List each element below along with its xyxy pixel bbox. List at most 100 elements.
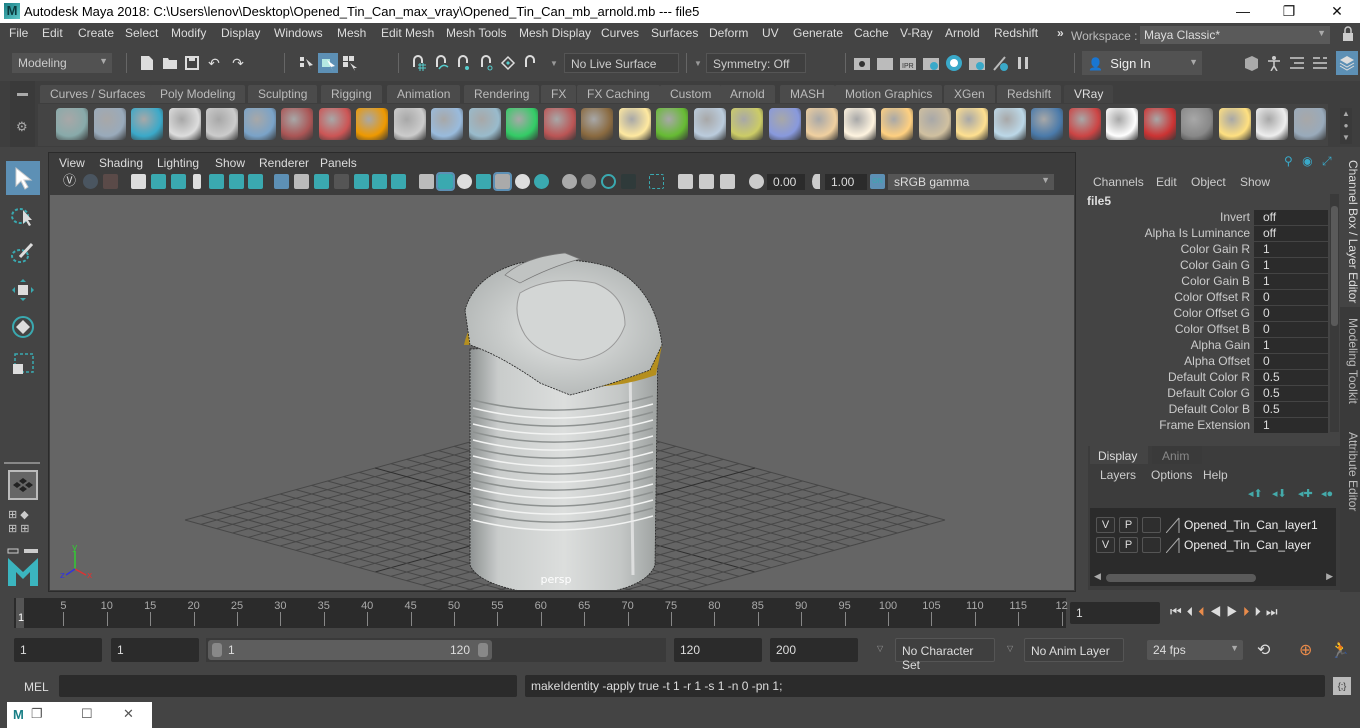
menu-uv[interactable]: UV	[762, 26, 779, 40]
menu-set-dropdown[interactable]: Modeling ▼	[12, 53, 112, 73]
loop-icon[interactable]: ⟲	[1257, 640, 1270, 660]
attribute-label[interactable]: Alpha Gain	[1191, 338, 1250, 352]
end-time-field[interactable]: 200	[770, 638, 858, 662]
anim-start-field[interactable]: 1	[111, 638, 199, 662]
character-set-field[interactable]: No Character Set	[895, 638, 995, 672]
attribute-label[interactable]: Invert	[1220, 210, 1250, 224]
vray-settings-icon[interactable]	[206, 108, 238, 140]
vray-sphere-light-icon[interactable]	[618, 108, 651, 140]
shelf-tab-mash[interactable]: MASH	[780, 85, 835, 103]
default-material-icon[interactable]	[457, 174, 472, 189]
menu-overflow-icon[interactable]: »	[1057, 26, 1064, 40]
attribute-label[interactable]: Default Color G	[1167, 386, 1250, 400]
layer-row[interactable]: V P Opened_Tin_Can_layer1	[1090, 516, 1336, 534]
color-management-toggle-icon[interactable]: ON	[870, 174, 885, 189]
vray-grass-icon[interactable]	[656, 108, 688, 140]
layer-tab-display[interactable]: Display	[1090, 446, 1148, 464]
3d-viewport[interactable]: persp y x z	[50, 195, 1074, 590]
rotate-tool-icon[interactable]	[6, 310, 40, 344]
open-scene-icon[interactable]	[160, 53, 180, 73]
field-chart-icon[interactable]	[354, 174, 369, 189]
hypershade-icon[interactable]	[944, 53, 964, 73]
menu-windows[interactable]: Windows	[274, 26, 323, 40]
shelf-tab-fx[interactable]: FX	[541, 85, 577, 103]
vray-volume-grid-icon[interactable]	[506, 108, 538, 140]
shelf-tab-vray[interactable]: VRay	[1064, 85, 1114, 103]
shelf-tab-fx-caching[interactable]: FX Caching	[577, 85, 660, 103]
layer-name[interactable]: Opened_Tin_Can_layer1	[1184, 518, 1318, 532]
move-tool-icon[interactable]	[6, 273, 40, 307]
vray-scatter-icon[interactable]	[693, 108, 726, 140]
live-surface-field[interactable]: No Live Surface	[564, 53, 679, 73]
scene-canvas[interactable]: persp y x z	[50, 195, 1074, 590]
attribute-value-field[interactable]: off	[1254, 210, 1328, 225]
shelf-tab-motion-graphics[interactable]: Motion Graphics	[835, 85, 943, 103]
depth-of-field-icon[interactable]	[621, 174, 636, 189]
ambient-occlusion-icon[interactable]	[562, 174, 577, 189]
tab-modeling-toolkit[interactable]: Modeling Toolkit	[1340, 310, 1360, 420]
create-empty-layer-icon[interactable]: ◂✚	[1298, 487, 1313, 500]
viewport-menu-panels[interactable]: Panels	[320, 156, 357, 170]
shelf-tab-curves-surfaces[interactable]: Curves / Surfaces	[40, 85, 156, 103]
viewport-menu-show[interactable]: Show	[215, 156, 245, 170]
tab-attribute-editor[interactable]: Attribute Editor	[1340, 424, 1360, 524]
menu-mesh-display[interactable]: Mesh Display	[519, 26, 591, 40]
vray-cloud-icon[interactable]	[1256, 108, 1288, 140]
layer-color-swatch-icon[interactable]	[1166, 537, 1180, 553]
channel-show-menu[interactable]: Show	[1240, 175, 1270, 189]
snap-options-chevron-icon[interactable]: ▼	[544, 53, 564, 73]
vray-proxy-icon[interactable]	[393, 108, 426, 140]
layer-display-type-toggle[interactable]	[1142, 537, 1161, 553]
lasso-tool-icon[interactable]	[6, 199, 40, 233]
minimize-button[interactable]: —	[1228, 2, 1258, 20]
command-input[interactable]	[59, 675, 517, 697]
menu-mesh[interactable]: Mesh	[337, 26, 366, 40]
animation-preferences-icon[interactable]: 🏃	[1330, 640, 1350, 660]
shelf-tab-animation[interactable]: Animation	[387, 85, 461, 103]
close-button[interactable]: ✕	[1322, 2, 1352, 20]
2d-pan-zoom-icon[interactable]	[229, 174, 244, 189]
vray-framebuffer-icon[interactable]	[1143, 108, 1176, 140]
shadows-icon[interactable]	[534, 174, 549, 189]
step-back-frame-icon[interactable]: ⏴	[1187, 604, 1199, 619]
safe-title-icon[interactable]	[391, 174, 406, 189]
step-forward-key-icon[interactable]: ⏵	[1243, 604, 1255, 619]
attribute-label[interactable]: Alpha Is Luminance	[1145, 226, 1250, 240]
paint-select-tool-icon[interactable]	[6, 236, 40, 270]
use-all-lights-icon[interactable]	[515, 174, 530, 189]
shelf-tab-rendering[interactable]: Rendering	[464, 85, 540, 103]
render-view-icon[interactable]	[852, 53, 872, 73]
grease-pencil-icon[interactable]	[248, 174, 263, 189]
attribute-value-field[interactable]: 1	[1254, 418, 1328, 433]
scrollbar-thumb[interactable]	[1331, 206, 1338, 326]
menu-surfaces[interactable]: Surfaces	[651, 26, 698, 40]
snap-to-grid-icon[interactable]	[408, 53, 428, 73]
menu-vray[interactable]: V-Ray	[900, 26, 933, 40]
vray-import-icon[interactable]	[93, 108, 126, 140]
safe-action-icon[interactable]	[372, 174, 387, 189]
scroll-left-icon[interactable]: ◀	[1094, 571, 1101, 582]
layer-display-type-toggle[interactable]	[1142, 517, 1161, 533]
vray-sphere-icon[interactable]	[1031, 108, 1063, 140]
range-slider-track[interactable]: 1 120	[206, 638, 666, 662]
menu-file[interactable]: File	[9, 26, 28, 40]
menu-redshift[interactable]: Redshift	[994, 26, 1038, 40]
attribute-value-field[interactable]: 0	[1254, 306, 1328, 321]
light-editor-icon[interactable]	[990, 53, 1010, 73]
attribute-label[interactable]: Color Offset G	[1174, 306, 1250, 320]
vray-export-icon[interactable]	[56, 108, 88, 140]
attribute-label[interactable]: Color Gain R	[1181, 242, 1250, 256]
sign-in-button[interactable]: 👤 Sign In ▼	[1082, 51, 1202, 75]
speed-icon[interactable]: ◉	[1302, 154, 1312, 168]
script-editor-icon[interactable]: {;}	[1333, 677, 1351, 695]
shelf-tab-poly-modeling[interactable]: Poly Modeling	[150, 85, 246, 103]
select-tool-icon[interactable]	[6, 161, 40, 195]
channel-box-scrollbar[interactable]	[1330, 194, 1339, 432]
workspace-dropdown[interactable]: Maya Classic* ▼	[1140, 26, 1330, 44]
go-to-start-icon[interactable]: ⏮	[1170, 604, 1187, 619]
attribute-value-field[interactable]: 0.5	[1254, 402, 1328, 417]
shelf-tab-arnold[interactable]: Arnold	[720, 85, 775, 103]
shelf-tab-xgen[interactable]: XGen	[944, 85, 995, 103]
channel-box-icon[interactable]	[1336, 51, 1358, 75]
film-gate-icon[interactable]	[294, 174, 309, 189]
